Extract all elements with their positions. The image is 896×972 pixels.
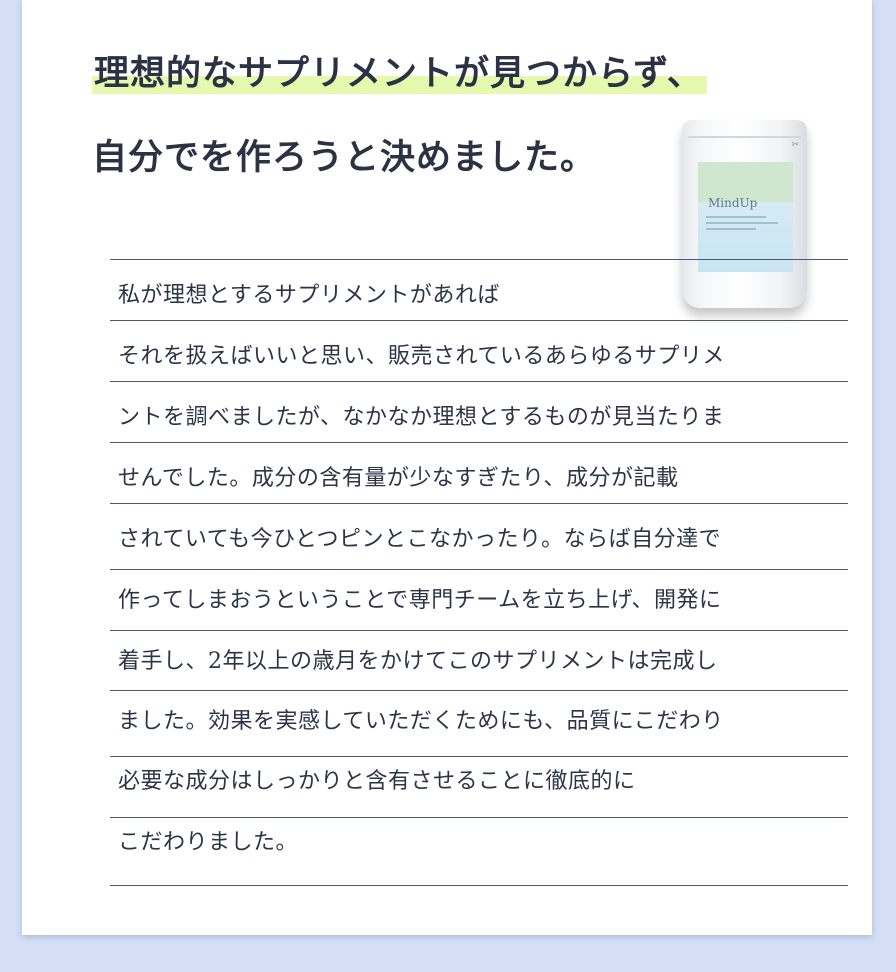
content-card: 理想的なサプリメントが見つからず、 自分でを作ろうと決めました。 ✂ MindU… xyxy=(22,0,872,935)
headline-highlight: 理想的なサプリメントが見つからず、 xyxy=(92,53,707,94)
story-text-block: 私が理想とするサプリメントがあれば それを扱えばいいと思い、販売されているあらゆ… xyxy=(110,259,848,886)
pouch-label: MindUp xyxy=(698,162,793,272)
text-line: ントを調べましたが、なかなか理想とするものが見当たりま xyxy=(110,381,848,442)
text-line: ました。効果を実感していただくためにも、品質にこだわり xyxy=(110,690,848,756)
headline-line-2: 自分でを作ろうと決めました。 xyxy=(92,137,597,178)
pouch-notch-icon: ✂ xyxy=(791,140,799,150)
text-line: 必要な成分はしっかりと含有させることに徹底的に xyxy=(110,756,848,817)
product-brand: MindUp xyxy=(708,196,758,210)
headline-line-1: 理想的なサプリメントが見つからず、 xyxy=(92,53,707,94)
text-line: こだわりました。 xyxy=(110,817,848,886)
text-line: されていても今ひとつピンとこなかったり。ならば自分達で xyxy=(110,503,848,569)
label-text-line xyxy=(706,216,766,218)
text-line: それを扱えばいいと思い、販売されているあらゆるサプリメ xyxy=(110,320,848,381)
text-line: 作ってしまおうということで専門チームを立ち上げ、開発に xyxy=(110,569,848,630)
text-line: せんでした。成分の含有量が少なすぎたり、成分が記載 xyxy=(110,442,848,503)
label-text-line xyxy=(706,222,778,224)
label-text-line xyxy=(706,228,756,230)
pouch-zipper xyxy=(688,136,801,138)
text-line: 着手し、2年以上の歳月をかけてこのサプリメントは完成し xyxy=(110,630,848,690)
text-line: 私が理想とするサプリメントがあれば xyxy=(110,259,848,320)
